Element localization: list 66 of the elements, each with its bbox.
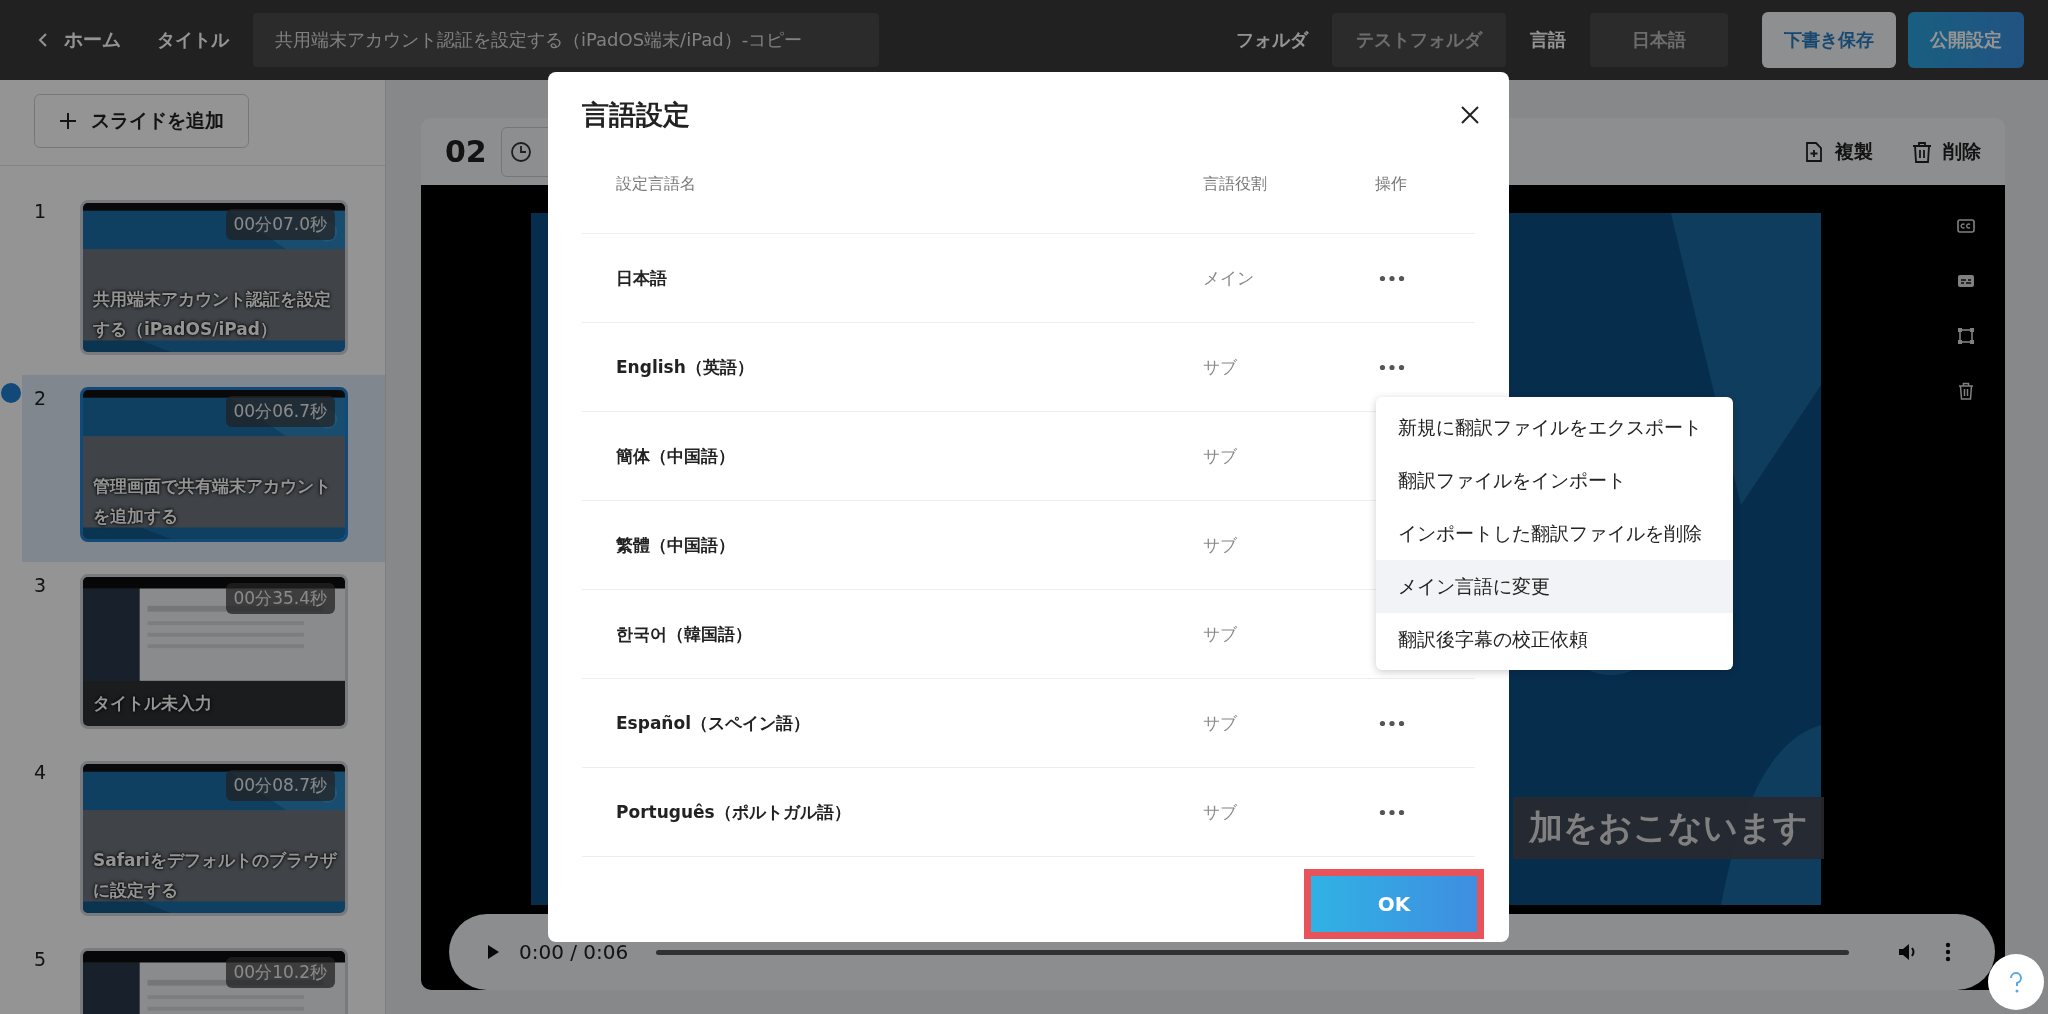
delete-button[interactable]: 削除 xyxy=(1911,138,1981,165)
selection-dot xyxy=(1,383,21,403)
slide-number: 3 xyxy=(34,574,48,596)
language-name: Español（スペイン語） xyxy=(615,711,811,735)
slide-number-heading: 02 xyxy=(445,134,487,169)
duplicate-button[interactable]: 複製 xyxy=(1803,138,1873,165)
duration-badge: 00分08.7秒 xyxy=(225,770,335,801)
ellipsis-icon xyxy=(1379,274,1405,282)
duration-badge: 00分10.2秒 xyxy=(225,957,335,988)
language-role: サブ xyxy=(1202,622,1238,646)
close-icon xyxy=(1459,104,1481,126)
column-header: 言語役割 xyxy=(1202,174,1268,195)
language-name: 日本語 xyxy=(615,266,668,290)
folder-label: フォルダ xyxy=(1236,28,1308,52)
ellipsis-icon xyxy=(1379,363,1405,371)
trash-icon[interactable] xyxy=(1957,382,1975,400)
crop-frame-icon[interactable] xyxy=(1957,327,1975,345)
trash-icon xyxy=(1911,140,1933,163)
duration-badge: 00分35.4秒 xyxy=(225,583,335,614)
subtitle-text: 加をおこないます xyxy=(1513,797,1824,859)
help-button[interactable] xyxy=(1988,954,2044,1010)
language-name: English（英語） xyxy=(615,355,755,379)
column-header: 操作 xyxy=(1374,174,1408,195)
add-slide-button[interactable]: スライドを追加 xyxy=(34,94,249,148)
slide-number: 4 xyxy=(34,761,48,783)
language-name: 簡体（中国語） xyxy=(615,444,736,468)
language-name: 繁體（中国語） xyxy=(615,533,736,557)
ellipsis-icon xyxy=(1379,719,1405,727)
cc-icon[interactable] xyxy=(1957,217,1975,235)
slide-number: 5 xyxy=(34,948,48,970)
back-link[interactable]: ホーム xyxy=(36,27,121,53)
menu-item[interactable]: メイン言語に変更 xyxy=(1376,560,1733,613)
dialog-title: 言語設定 xyxy=(582,98,690,132)
clock-icon xyxy=(509,140,532,163)
menu-item[interactable]: 翻訳ファイルをインポート xyxy=(1376,454,1733,507)
slide-number: 1 xyxy=(34,200,48,222)
language-role: サブ xyxy=(1202,711,1238,735)
language-name: 한국어（韓国語） xyxy=(615,622,753,646)
language-role: サブ xyxy=(1202,444,1238,468)
title-field[interactable]: 共用端末アカウント認証を設定する（iPadOS端末/iPad）-コピー xyxy=(253,13,879,67)
duration-badge: 00分07.0秒 xyxy=(225,209,335,240)
play-icon[interactable] xyxy=(485,944,501,960)
language-role: サブ xyxy=(1202,355,1238,379)
slide-number: 2 xyxy=(34,387,48,409)
menu-item[interactable]: 翻訳後字幕の校正依頼 xyxy=(1376,613,1733,666)
language-role: サブ xyxy=(1202,800,1238,824)
progress-track[interactable] xyxy=(656,949,1849,955)
title-label: タイトル xyxy=(157,28,229,52)
slide-caption: Safariをデフォルトのブラウザに設定する xyxy=(93,849,338,902)
column-header: 設定言語名 xyxy=(615,174,697,195)
file-plus-icon xyxy=(1803,140,1825,163)
slide-caption: タイトル未入力 xyxy=(93,692,213,715)
language-label: 言語 xyxy=(1530,28,1566,52)
language-name: Português（ポルトガル語） xyxy=(615,800,852,824)
subtitles-icon[interactable] xyxy=(1957,272,1975,290)
time-display: 0:00 / 0:06 xyxy=(519,940,629,964)
menu-item[interactable]: 新規に翻訳ファイルをエクスポート xyxy=(1376,401,1733,454)
plus-icon xyxy=(59,112,77,130)
slide-caption: 管理画面で共有端末アカウントを追加する xyxy=(93,475,332,528)
duration-badge: 00分06.7秒 xyxy=(225,396,335,427)
menu-item[interactable]: インポートした翻訳ファイルを削除 xyxy=(1376,507,1733,560)
ellipsis-icon xyxy=(1379,808,1405,816)
language-role: メイン xyxy=(1202,266,1255,290)
slide-caption: 共用端末アカウント認証を設定する（iPadOS/iPad） xyxy=(93,288,332,341)
language-role: サブ xyxy=(1202,533,1238,557)
slide-item[interactable]: 2 00分06.7秒 管理画面で共有端末アカウントを追加する xyxy=(22,375,385,562)
